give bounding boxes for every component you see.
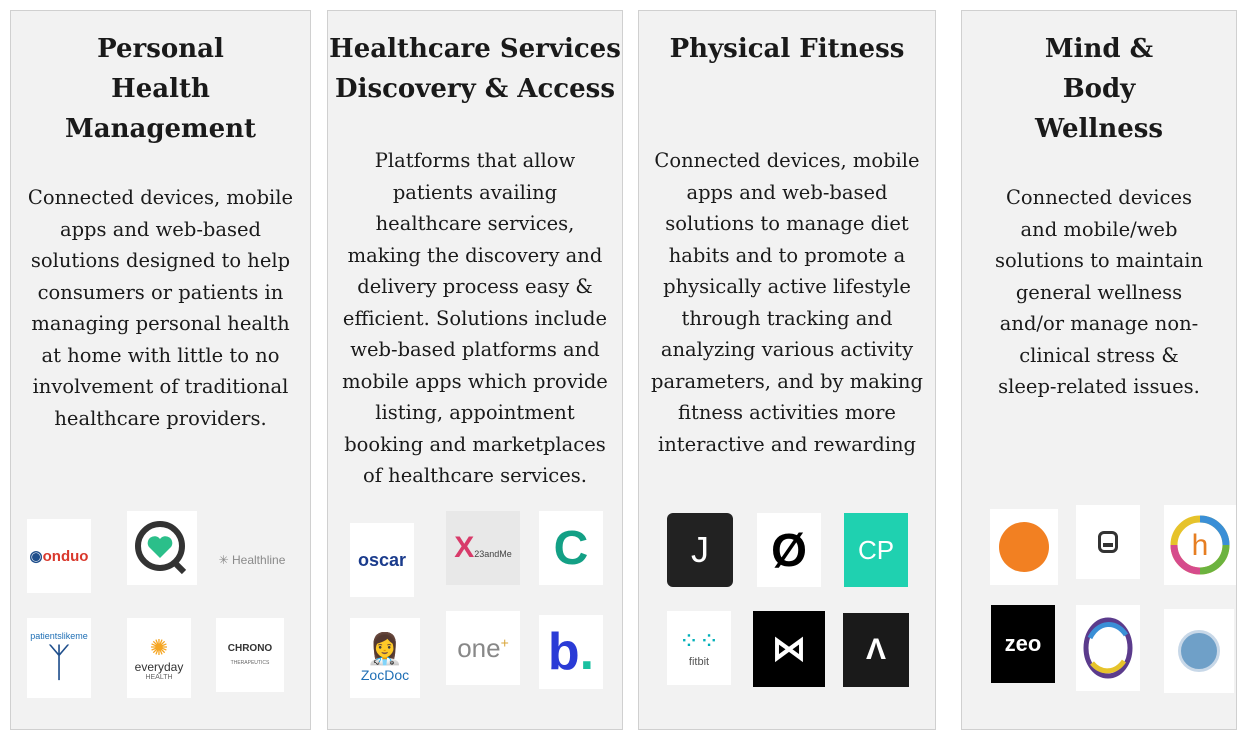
logo-swirl — [1076, 605, 1140, 691]
logo-healthline: ✳ Healthline — [218, 553, 286, 567]
column-mind-body: Mind & Body Wellness Connected devices a… — [961, 10, 1237, 730]
logo-badge — [1164, 609, 1234, 693]
column-title: Mind & Body Wellness — [1034, 34, 1164, 144]
logo-mirror: ⋈ — [753, 611, 825, 687]
column-description: Connected devices, mobile apps and web-b… — [651, 149, 923, 456]
column-title: Personal Health Management — [64, 34, 257, 144]
logo-h: h — [1164, 505, 1236, 585]
logo-jawbone: J — [667, 513, 733, 587]
logo-23andme: X23andMe — [446, 511, 520, 585]
column-personal-health: Personal Health Management Connected dev… — [10, 10, 311, 730]
logo-oscar: oscar — [350, 523, 414, 597]
logo-one-medical: one+ — [446, 611, 520, 685]
logo-everyday-health: ✺ everyday HEALTH — [127, 618, 191, 698]
column-description: Connected devices, mobile apps and web-b… — [27, 186, 294, 430]
logo-b: b. — [539, 615, 603, 689]
logo-chrono: CHRONO THERAPEUTICS — [216, 618, 284, 692]
logo-cp: CP — [844, 513, 908, 587]
logo-zocdoc: 👩‍⚕️ ZocDoc — [350, 618, 420, 698]
column-title: Physical Fitness — [669, 34, 905, 64]
logo-q-heart — [127, 511, 197, 585]
column-healthcare-services: Healthcare Services Discovery & Access P… — [327, 10, 623, 730]
column-description: Connected devices and mobile/web solutio… — [994, 186, 1204, 398]
column-physical-fitness: Physical Fitness Connected devices, mobi… — [638, 10, 936, 730]
svg-text:h: h — [1192, 529, 1209, 562]
logo-peloton: Ø — [757, 513, 821, 587]
logo-a: Λ — [843, 613, 909, 687]
column-title: Healthcare Services Discovery & Access — [329, 34, 621, 104]
logo-device — [1076, 505, 1140, 579]
column-description: Platforms that allow patients availing h… — [342, 149, 608, 487]
logo-patientslikeme: patientslikeme ᛉ — [27, 618, 91, 698]
logo-fitbit: ⁘⁘ fitbit — [667, 611, 731, 685]
logo-c: C — [539, 511, 603, 585]
logo-orange-circle — [990, 509, 1058, 585]
logo-zeo: zeo — [991, 605, 1055, 683]
logo-onduo: ◉onduo — [27, 519, 91, 593]
